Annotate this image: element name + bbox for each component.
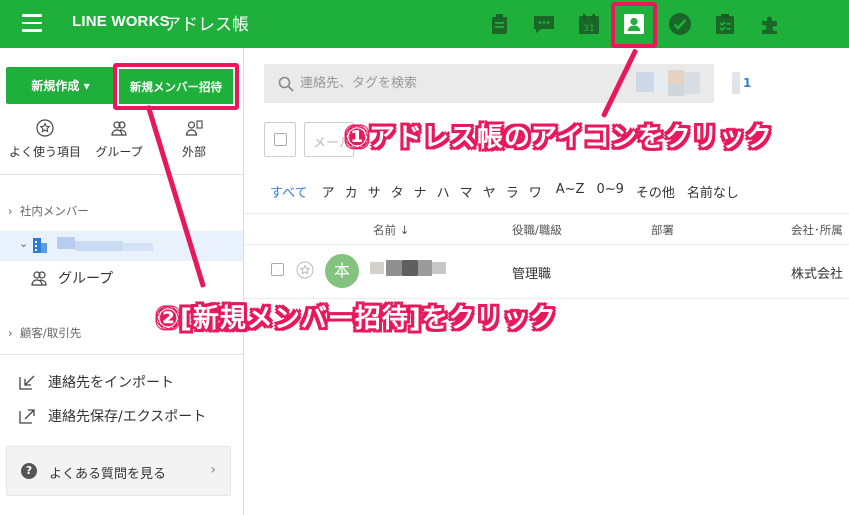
calendar-icon[interactable]: 31 bbox=[577, 12, 601, 36]
annotation-step2: ②[新規メンバー招待]をクリック bbox=[157, 304, 557, 334]
redacted-profile bbox=[668, 84, 684, 96]
annotation-step1: ①アドレス帳のアイコンをクリック bbox=[346, 123, 773, 153]
redacted-org-name bbox=[57, 237, 75, 249]
search-input[interactable] bbox=[300, 76, 600, 91]
index-0-9[interactable]: 0~9 bbox=[596, 182, 623, 201]
index-na[interactable]: ナ bbox=[414, 182, 427, 201]
sidebar-divider bbox=[0, 354, 243, 355]
index-ra[interactable]: ラ bbox=[506, 182, 519, 201]
favorite-star-icon[interactable] bbox=[296, 261, 314, 279]
group-icon bbox=[111, 121, 127, 136]
chevron-down-icon: ⌄ bbox=[19, 237, 29, 250]
index-a[interactable]: ア bbox=[322, 182, 335, 201]
new-create-button[interactable]: 新規作成 ▾ bbox=[6, 67, 115, 104]
search-icon bbox=[278, 76, 294, 92]
app-title: アドレス帳 bbox=[164, 15, 249, 35]
redacted-org-name bbox=[75, 241, 123, 251]
address-book-icon[interactable] bbox=[622, 12, 646, 36]
chevron-right-icon: › bbox=[210, 462, 216, 478]
index-wa[interactable]: ワ bbox=[529, 182, 542, 201]
index-ma[interactable]: マ bbox=[460, 182, 473, 201]
sidebar: 新規作成 ▾ 新規メンバー招待 よく使う項目 グループ 外部 › 社内メンバー … bbox=[0, 48, 244, 515]
row-company: 株式会社 bbox=[791, 267, 844, 282]
index-ya[interactable]: ヤ bbox=[483, 182, 496, 201]
column-dept[interactable]: 部署 bbox=[651, 222, 674, 238]
import-contacts-link[interactable]: 連絡先をインポート bbox=[18, 372, 174, 392]
section-internal-label: 社内メンバー bbox=[19, 204, 89, 218]
avatar: 本 bbox=[325, 254, 359, 288]
redacted-name bbox=[386, 260, 402, 276]
redacted-profile bbox=[732, 72, 740, 94]
redacted-name bbox=[402, 260, 418, 276]
row-checkbox[interactable] bbox=[271, 263, 284, 276]
export-contacts-label: 連絡先保存/エクスポート bbox=[48, 409, 207, 425]
favorite-star-icon bbox=[36, 119, 54, 137]
section-internal-members[interactable]: › 社内メンバー bbox=[8, 203, 89, 219]
redacted-profile bbox=[684, 72, 700, 94]
column-name[interactable]: 名前 ↓ bbox=[373, 222, 409, 238]
question-icon: ? bbox=[21, 463, 37, 479]
faq-label: よくある質問を見る bbox=[49, 467, 167, 482]
row-title: 管理職 bbox=[512, 267, 552, 282]
table-divider bbox=[244, 213, 849, 214]
org-tree-item[interactable]: ⌄ bbox=[0, 231, 243, 261]
redacted-profile bbox=[654, 72, 668, 92]
index-all[interactable]: すべて bbox=[270, 182, 308, 201]
shortcut-groups-label: グループ bbox=[95, 145, 143, 159]
chat-icon[interactable] bbox=[532, 12, 556, 36]
calendar-day-text: 31 bbox=[583, 24, 594, 34]
index-no-name[interactable]: 名前なし bbox=[687, 182, 739, 201]
export-icon bbox=[19, 409, 35, 424]
chevron-right-icon: › bbox=[8, 204, 13, 218]
shortcut-favorites-label: よく使う項目 bbox=[8, 145, 81, 159]
task-icon[interactable] bbox=[668, 12, 692, 36]
notification-count[interactable]: 1 bbox=[743, 76, 751, 90]
sidebar-divider bbox=[0, 174, 243, 175]
index-bar: すべて ア カ サ タ ナ ハ マ ヤ ラ ワ A~Z 0~9 その他 名前なし bbox=[270, 182, 739, 201]
index-ha[interactable]: ハ bbox=[437, 182, 450, 201]
note-icon[interactable] bbox=[488, 12, 512, 36]
group-icon bbox=[31, 271, 47, 286]
column-title[interactable]: 役職/職級 bbox=[512, 222, 562, 238]
top-bar: LINE WORKS アドレス帳 31 bbox=[0, 0, 849, 48]
import-contacts-label: 連絡先をインポート bbox=[48, 375, 174, 391]
building-icon bbox=[33, 238, 47, 253]
index-ta[interactable]: タ bbox=[391, 182, 404, 201]
index-a-z[interactable]: A~Z bbox=[556, 182, 585, 201]
shortcut-bar: よく使う項目 グループ 外部 bbox=[0, 116, 244, 166]
select-all-checkbox[interactable] bbox=[264, 122, 296, 157]
table-divider bbox=[244, 244, 849, 245]
section-customers[interactable]: › 顧客/取引先 bbox=[8, 325, 81, 341]
sidebar-group-label: グループ bbox=[58, 271, 114, 287]
import-icon bbox=[19, 375, 35, 390]
redacted-name bbox=[432, 262, 446, 274]
faq-link[interactable]: ? よくある質問を見る › bbox=[6, 446, 231, 496]
chevron-right-icon: › bbox=[8, 326, 13, 340]
column-company[interactable]: 会社･所属 bbox=[791, 222, 843, 238]
invite-button-highlight: 新規メンバー招待 bbox=[113, 63, 239, 110]
redacted-org-name bbox=[123, 243, 153, 251]
index-other[interactable]: その他 bbox=[636, 182, 675, 201]
external-contact-icon bbox=[185, 120, 203, 136]
invite-member-button[interactable]: 新規メンバー招待 bbox=[119, 69, 233, 104]
export-contacts-link[interactable]: 連絡先保存/エクスポート bbox=[18, 406, 206, 426]
redacted-profile bbox=[668, 70, 684, 84]
more-apps-icon[interactable] bbox=[758, 12, 782, 36]
redacted-profile bbox=[636, 72, 654, 92]
index-sa[interactable]: サ bbox=[368, 182, 381, 201]
redacted-name bbox=[370, 262, 384, 274]
redacted-name bbox=[418, 260, 432, 276]
survey-icon[interactable] bbox=[713, 12, 737, 36]
index-ka[interactable]: カ bbox=[345, 182, 358, 201]
shortcut-external-label: 外部 bbox=[181, 145, 206, 159]
section-customers-label: 顧客/取引先 bbox=[19, 326, 82, 340]
hamburger-menu-icon[interactable] bbox=[22, 14, 42, 32]
brand-logo: LINE WORKS bbox=[72, 13, 170, 30]
sidebar-group-item[interactable]: グループ bbox=[30, 268, 113, 288]
